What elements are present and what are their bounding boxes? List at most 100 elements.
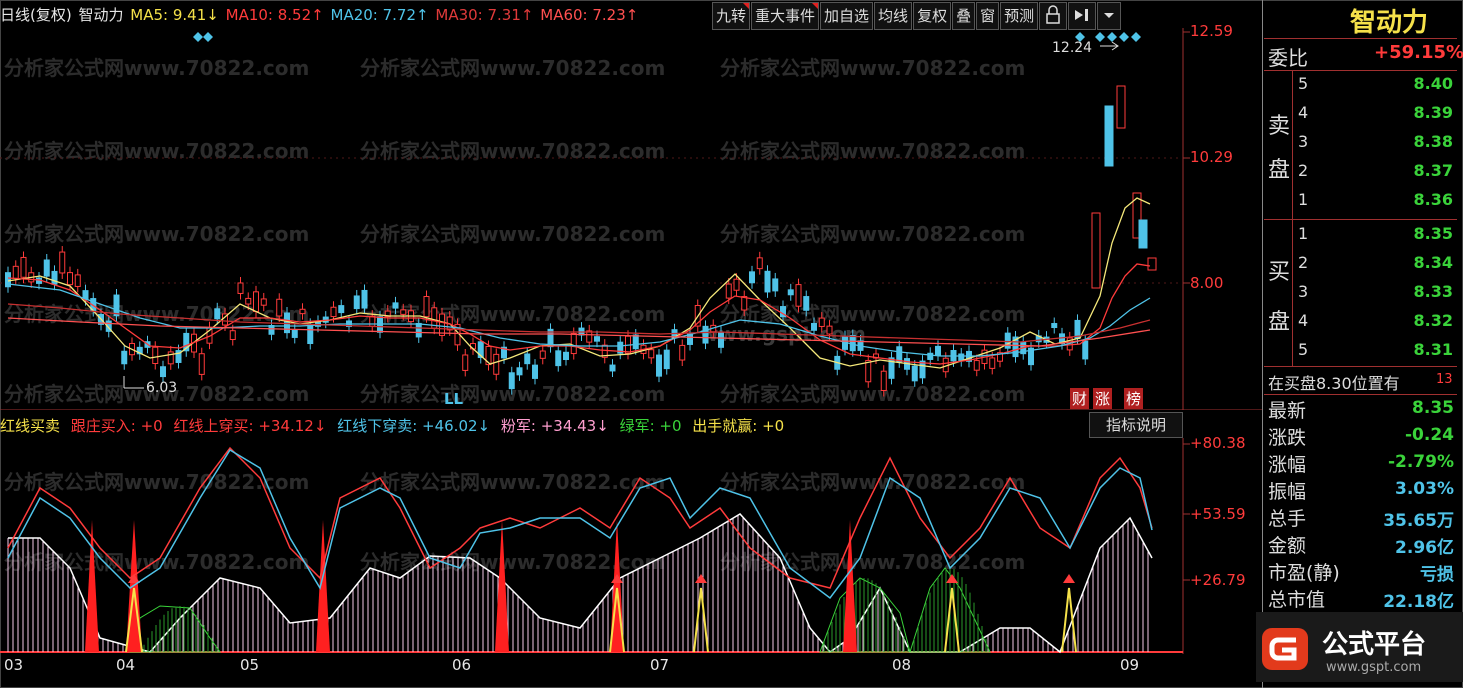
candle xyxy=(818,317,825,327)
candle xyxy=(67,272,73,286)
buy-label: 盘 xyxy=(1268,310,1291,335)
toolbar-forecast[interactable]: 预测 xyxy=(1000,2,1039,30)
candle xyxy=(958,353,965,362)
candle xyxy=(648,349,655,359)
indicator-help-button[interactable]: 指标说明 xyxy=(1089,412,1183,438)
stat-label: 金额 xyxy=(1268,535,1307,557)
stat-value: 亏损 xyxy=(1420,565,1454,585)
candle xyxy=(229,330,236,341)
sell-level-price[interactable]: 8.37 xyxy=(1393,161,1453,180)
buy-label: 买 xyxy=(1268,260,1291,285)
date-label: 08 xyxy=(892,656,912,674)
candle xyxy=(1082,340,1089,360)
high-price-label: 12.24 xyxy=(1052,40,1093,56)
sell-level-number: 5 xyxy=(1298,74,1309,93)
brand-logo-icon xyxy=(1262,628,1308,670)
chart-header: 日线(复权) 智动力 MA5: 9.41↓ MA10: 8.52↑ MA20: … xyxy=(0,4,640,26)
candle xyxy=(656,354,662,377)
news-tag-bang[interactable]: 榜 xyxy=(1124,388,1144,409)
indicator-axis-top: +80.38 xyxy=(1190,434,1246,452)
indicator-green: 绿军: +0 xyxy=(619,417,682,435)
period-label[interactable]: 日线(复权) xyxy=(0,6,72,24)
candle xyxy=(245,297,252,305)
candle xyxy=(369,315,376,327)
stat-value: 3.03% xyxy=(1395,479,1454,499)
buy-level-price[interactable]: 8.31 xyxy=(1393,340,1453,359)
candle xyxy=(803,296,810,311)
candle xyxy=(725,283,732,299)
candle xyxy=(989,357,996,369)
toolbar-major-events[interactable]: 重大事件 xyxy=(751,2,820,30)
candle xyxy=(121,350,128,365)
buy-level-price[interactable]: 8.32 xyxy=(1393,311,1453,330)
stock-name: 智动力 xyxy=(78,6,124,24)
lock-icon[interactable] xyxy=(1039,2,1068,30)
buy-level-price[interactable]: 8.33 xyxy=(1393,282,1453,301)
candle xyxy=(555,350,562,367)
candle xyxy=(299,308,306,315)
candle xyxy=(632,334,639,350)
sell-label: 盘 xyxy=(1268,158,1291,183)
candle xyxy=(307,323,314,345)
indicator-chart[interactable] xyxy=(0,438,1262,654)
candle xyxy=(1104,105,1114,167)
buy-level-price[interactable]: 8.35 xyxy=(1393,224,1453,243)
buy-level-price[interactable]: 8.34 xyxy=(1393,253,1453,272)
toolbar-add-watchlist[interactable]: 加自选 xyxy=(820,2,874,30)
divider xyxy=(1264,366,1457,367)
buy-level-number: 5 xyxy=(1298,340,1309,359)
indicator-follow-buy: 跟庄买入: +0 xyxy=(70,417,163,435)
stat-label: 涨幅 xyxy=(1268,454,1307,476)
candle xyxy=(1091,212,1101,289)
candle xyxy=(493,353,500,375)
date-label: 09 xyxy=(1120,656,1140,674)
panel-title: 智动力 xyxy=(1350,8,1429,38)
ma5-label: MA5: 9.41↓ xyxy=(130,6,219,24)
date-label: 04 xyxy=(116,656,136,674)
divider xyxy=(1292,70,1293,366)
collapse-right-icon[interactable] xyxy=(1068,2,1097,30)
candle xyxy=(532,364,538,379)
candle xyxy=(1004,332,1011,349)
indicator-pink: 粉军: +34.43↓ xyxy=(500,417,609,435)
stat-value: 8.35 xyxy=(1412,398,1454,418)
price-axis-top: 12.59 xyxy=(1190,22,1233,40)
toolbar-jiuzhuan[interactable]: 九转 xyxy=(712,2,751,30)
news-tag-cai[interactable]: 财 xyxy=(1070,388,1090,409)
candle xyxy=(663,349,670,370)
candle xyxy=(795,284,802,307)
candle xyxy=(702,325,709,344)
toolbar-ma[interactable]: 均线 xyxy=(874,2,913,30)
sell-level-number: 2 xyxy=(1298,161,1309,180)
candle xyxy=(811,322,817,331)
stat-label: 最新 xyxy=(1268,400,1307,422)
toolbar-adjust[interactable]: 复权 xyxy=(913,2,952,30)
candle xyxy=(198,353,205,375)
candle xyxy=(570,332,577,355)
candle xyxy=(896,346,903,363)
sell-level-price[interactable]: 8.36 xyxy=(1393,190,1453,209)
date-label: 05 xyxy=(240,656,260,674)
sell-level-price[interactable]: 8.39 xyxy=(1393,103,1453,122)
price-chart[interactable] xyxy=(0,28,1262,410)
stat-label: 市盈(静) xyxy=(1268,562,1340,584)
toolbar-window[interactable]: 窗 xyxy=(976,2,1000,30)
candle xyxy=(214,308,221,320)
candle xyxy=(330,306,337,318)
candle xyxy=(539,350,546,359)
candle xyxy=(415,322,422,338)
brand-name: 公式平台 xyxy=(1322,630,1427,660)
ma20-label: MA20: 7.72↑ xyxy=(330,6,429,24)
news-tag-zhang[interactable]: 涨 xyxy=(1093,388,1113,409)
sell-level-price[interactable]: 8.38 xyxy=(1393,132,1453,151)
candle xyxy=(524,353,531,365)
stat-value: -0.24 xyxy=(1405,425,1454,445)
sell-level-price[interactable]: 8.40 xyxy=(1393,74,1453,93)
toolbar-overlay[interactable]: 叠 xyxy=(952,2,976,30)
stat-label: 振幅 xyxy=(1268,481,1307,503)
stat-label: 总手 xyxy=(1268,508,1307,530)
candle xyxy=(749,271,755,284)
chevron-down-icon[interactable] xyxy=(1097,2,1122,30)
candle xyxy=(865,359,872,383)
indicator-name[interactable]: 红线买卖 xyxy=(0,417,60,435)
